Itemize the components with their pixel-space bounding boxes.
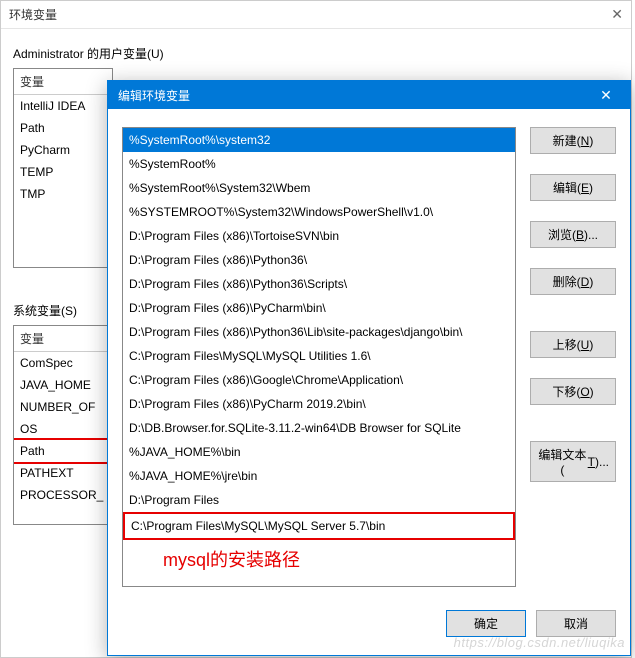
- close-icon[interactable]: ✕: [586, 81, 626, 109]
- list-item[interactable]: IntelliJ IDEA: [14, 95, 112, 117]
- path-item[interactable]: D:\Program Files (x86)\Python36\Scripts\: [123, 272, 515, 296]
- path-item[interactable]: %JAVA_HOME%\jre\bin: [123, 464, 515, 488]
- close-icon[interactable]: ✕: [611, 6, 623, 23]
- path-item[interactable]: C:\Program Files (x86)\Google\Chrome\App…: [123, 368, 515, 392]
- path-item[interactable]: D:\Program Files (x86)\PyCharm\bin\: [123, 296, 515, 320]
- parent-title-bar: 环境变量 ✕: [1, 1, 631, 29]
- parent-dialog-title: 环境变量: [9, 6, 57, 23]
- path-item[interactable]: D:\Program Files (x86)\TortoiseSVN\bin: [123, 224, 515, 248]
- list-item[interactable]: TEMP: [14, 161, 112, 183]
- edit-text-button[interactable]: 编辑文本(T)...: [530, 441, 616, 482]
- list-item[interactable]: PROCESSOR_: [14, 484, 112, 506]
- side-buttons: 新建(N) 编辑(E) 浏览(B)... 删除(D) 上移(U) 下移(O) 编…: [530, 127, 616, 590]
- edit-dialog-body: %SystemRoot%\system32 %SystemRoot% %Syst…: [108, 109, 630, 655]
- path-item[interactable]: %SystemRoot%\system32: [123, 128, 515, 152]
- list-item[interactable]: JAVA_HOME: [14, 374, 112, 396]
- bottom-buttons: 确定 取消: [122, 604, 616, 637]
- path-list[interactable]: %SystemRoot%\system32 %SystemRoot% %Syst…: [122, 127, 516, 587]
- new-button[interactable]: 新建(N): [530, 127, 616, 154]
- sys-vars-list[interactable]: 变量 ComSpec JAVA_HOME NUMBER_OF OS Path P…: [13, 325, 113, 525]
- path-item[interactable]: D:\DB.Browser.for.SQLite-3.11.2-win64\DB…: [123, 416, 515, 440]
- delete-button[interactable]: 删除(D): [530, 268, 616, 295]
- user-vars-label: Administrator 的用户变量(U): [13, 45, 619, 62]
- path-item[interactable]: %SYSTEMROOT%\System32\WindowsPowerShell\…: [123, 200, 515, 224]
- edit-env-var-dialog: 编辑环境变量 ✕ %SystemRoot%\system32 %SystemRo…: [107, 80, 631, 656]
- path-item[interactable]: C:\Program Files\MySQL\MySQL Utilities 1…: [123, 344, 515, 368]
- move-down-button[interactable]: 下移(O): [530, 378, 616, 405]
- edit-title-bar: 编辑环境变量 ✕: [108, 81, 630, 109]
- path-item-mysql[interactable]: C:\Program Files\MySQL\MySQL Server 5.7\…: [123, 512, 515, 540]
- list-item[interactable]: PATHEXT: [14, 462, 112, 484]
- move-up-button[interactable]: 上移(U): [530, 331, 616, 358]
- annotation-text: mysql的安装路径: [163, 546, 515, 572]
- path-item[interactable]: %SystemRoot%: [123, 152, 515, 176]
- user-vars-list[interactable]: 变量 IntelliJ IDEA Path PyCharm TEMP TMP: [13, 68, 113, 268]
- list-item[interactable]: NUMBER_OF: [14, 396, 112, 418]
- column-header[interactable]: 变量: [14, 69, 112, 95]
- list-item-path[interactable]: Path: [13, 438, 113, 464]
- edit-dialog-title: 编辑环境变量: [118, 87, 190, 104]
- path-item[interactable]: D:\Program Files (x86)\Python36\Lib\site…: [123, 320, 515, 344]
- path-item[interactable]: D:\Program Files: [123, 488, 515, 512]
- column-header[interactable]: 变量: [14, 326, 112, 352]
- path-item[interactable]: %SystemRoot%\System32\Wbem: [123, 176, 515, 200]
- list-item[interactable]: OS: [14, 418, 112, 440]
- path-item[interactable]: %JAVA_HOME%\bin: [123, 440, 515, 464]
- cancel-button[interactable]: 取消: [536, 610, 616, 637]
- list-item[interactable]: PyCharm: [14, 139, 112, 161]
- list-item[interactable]: Path: [14, 117, 112, 139]
- path-item[interactable]: D:\Program Files (x86)\Python36\: [123, 248, 515, 272]
- edit-button[interactable]: 编辑(E): [530, 174, 616, 201]
- path-item[interactable]: D:\Program Files (x86)\PyCharm 2019.2\bi…: [123, 392, 515, 416]
- list-item[interactable]: ComSpec: [14, 352, 112, 374]
- list-item[interactable]: TMP: [14, 183, 112, 205]
- browse-button[interactable]: 浏览(B)...: [530, 221, 616, 248]
- ok-button[interactable]: 确定: [446, 610, 526, 637]
- edit-main-area: %SystemRoot%\system32 %SystemRoot% %Syst…: [122, 127, 616, 590]
- watermark: https://blog.csdn.net/liuqika: [454, 635, 625, 650]
